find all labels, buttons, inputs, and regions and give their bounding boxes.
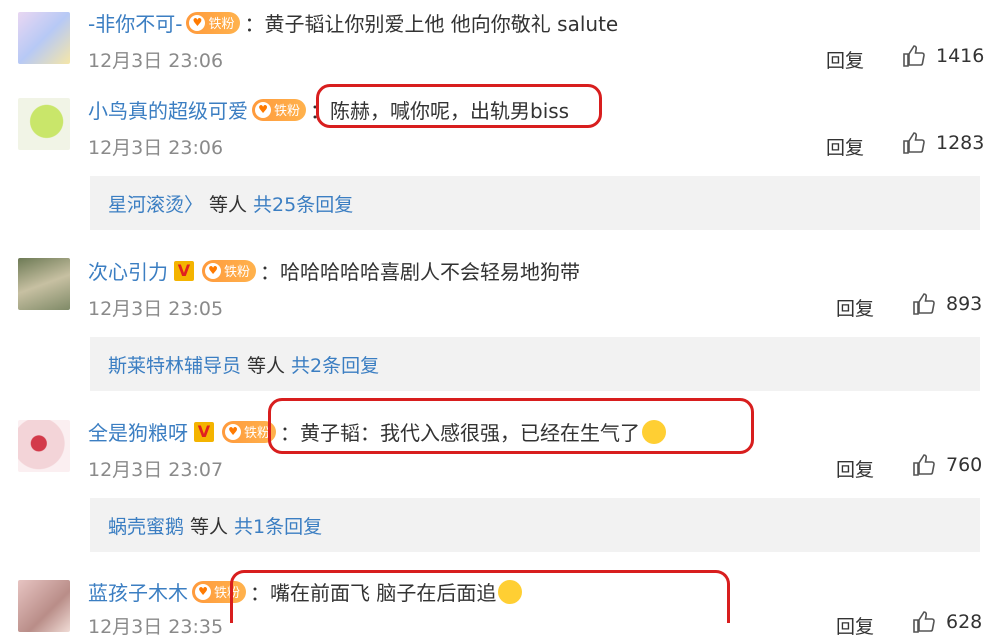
comment-text: ：黄子韬让你别爱上他 他向你敬礼 salute — [244, 12, 619, 36]
comment-text: ：哈哈哈哈哈喜剧人不会轻易地狗带 — [260, 260, 581, 284]
fan-badge-icon: ♥ — [195, 583, 211, 600]
avatar[interactable] — [18, 98, 70, 150]
reply-button[interactable]: 回复 — [836, 612, 874, 639]
sub-reply-mid: 等人 — [209, 193, 248, 216]
sub-reply-count[interactable]: 共25条回复 — [253, 190, 353, 217]
timestamp: 12月3日 23:06 — [88, 137, 224, 159]
reply-button[interactable]: 回复 — [836, 294, 874, 321]
thumbs-up-icon — [913, 454, 935, 476]
like-count: 893 — [946, 293, 983, 315]
sub-reply-count[interactable]: 共2条回复 — [291, 351, 379, 378]
verified-v-icon: V — [194, 421, 214, 442]
fan-badge-icon: ♥ — [255, 101, 271, 118]
highlight-box — [230, 570, 730, 623]
like-count: 1416 — [936, 45, 985, 67]
avatar[interactable] — [18, 12, 70, 64]
sub-reply-count[interactable]: 共1条回复 — [234, 512, 322, 539]
timestamp: 12月3日 23:05 — [88, 298, 224, 320]
sub-reply-user[interactable]: 星河滚烫〉 — [108, 190, 203, 217]
highlight-box — [316, 84, 602, 128]
like-button[interactable]: 1283 — [902, 131, 984, 155]
sub-reply-user[interactable]: 斯莱特林辅导员 — [108, 351, 241, 378]
thumbs-up-icon — [913, 293, 935, 315]
username-link[interactable]: 全是狗粮呀 — [88, 417, 188, 446]
username-link[interactable]: 蓝孩子木木 — [88, 577, 188, 606]
fan-badge-icon: ♥ — [225, 423, 241, 440]
timestamp: 12月3日 23:35 — [88, 616, 224, 638]
thumbs-up-icon — [913, 611, 935, 633]
sub-reply-user[interactable]: 蜗壳蜜鹅 — [108, 512, 184, 539]
username-link[interactable]: 小鸟真的超级可爱 — [88, 95, 248, 124]
fan-badge-icon: ♥ — [189, 14, 206, 31]
username-link[interactable]: 次心引力 — [88, 256, 168, 285]
comment-header: -非你不可- ♥ 铁粉 ：黄子韬让你别爱上他 他向你敬礼 salute — [88, 8, 618, 37]
reply-button[interactable]: 回复 — [826, 46, 864, 73]
avatar[interactable] — [18, 580, 70, 632]
fan-badge: ♥ 铁粉 — [252, 98, 307, 121]
like-count: 1283 — [936, 132, 985, 154]
like-count: 760 — [946, 454, 983, 476]
highlight-box — [268, 398, 754, 454]
fan-badge-icon: ♥ — [205, 262, 221, 279]
timestamp: 12月3日 23:07 — [88, 459, 224, 481]
sub-replies-bar[interactable]: 星河滚烫〉 等人 共25条回复 — [90, 176, 980, 230]
like-count: 628 — [946, 611, 983, 633]
sub-reply-mid: 等人 — [247, 354, 286, 377]
thumbs-up-icon — [903, 45, 925, 67]
verified-v-icon: V — [174, 260, 194, 281]
like-button[interactable]: 893 — [912, 292, 982, 316]
like-button[interactable]: 628 — [912, 610, 982, 634]
fan-badge: ♥ 铁粉 — [202, 259, 257, 282]
like-button[interactable]: 760 — [912, 453, 982, 477]
sub-replies-bar[interactable]: 蜗壳蜜鹅 等人 共1条回复 — [90, 498, 980, 552]
reply-button[interactable]: 回复 — [836, 455, 874, 482]
avatar[interactable] — [18, 420, 70, 472]
sub-reply-mid: 等人 — [190, 515, 229, 538]
comment-header: 次心引力 V ♥ 铁粉 ：哈哈哈哈哈喜剧人不会轻易地狗带 — [88, 256, 580, 285]
like-button[interactable]: 1416 — [902, 44, 984, 68]
timestamp: 12月3日 23:06 — [88, 50, 224, 72]
avatar[interactable] — [18, 258, 70, 310]
fan-badge: ♥ 铁粉 — [186, 11, 241, 34]
thumbs-up-icon — [903, 132, 925, 154]
username-link[interactable]: -非你不可- — [88, 8, 182, 37]
reply-button[interactable]: 回复 — [826, 133, 864, 160]
sub-replies-bar[interactable]: 斯莱特林辅导员 等人 共2条回复 — [90, 337, 980, 391]
